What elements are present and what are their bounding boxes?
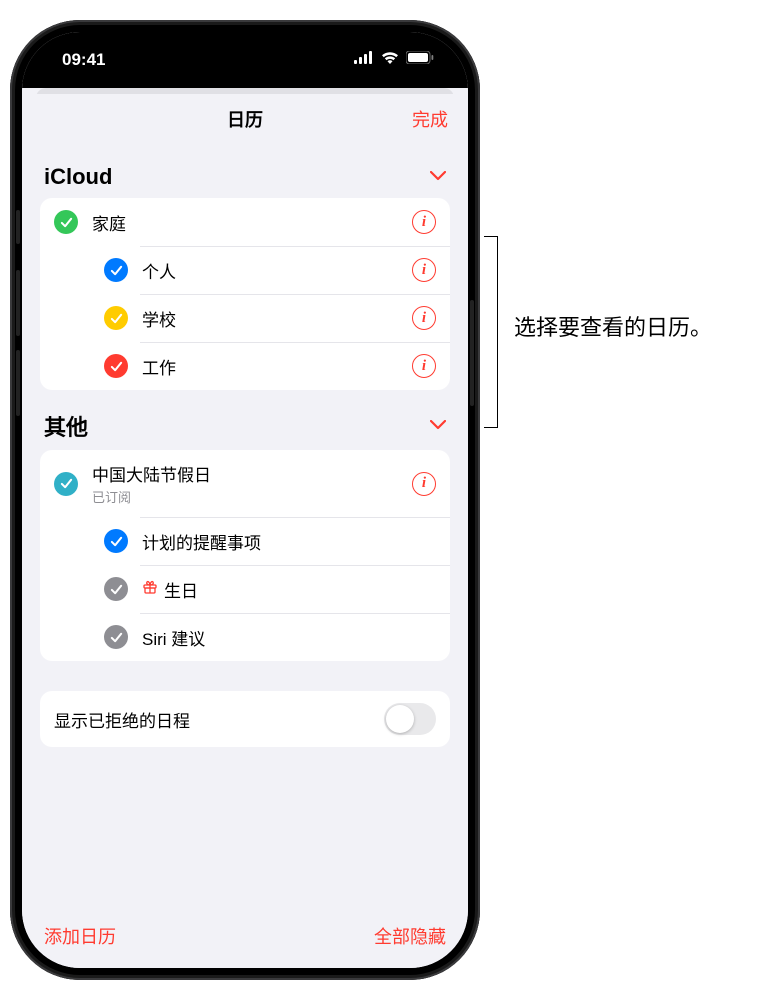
done-button[interactable]: 完成 — [412, 106, 448, 132]
hide-all-button[interactable]: 全部隐藏 — [374, 923, 446, 949]
calendar-row[interactable]: Siri 建议 — [90, 613, 450, 661]
calendar-label: 计划的提醒事项 — [142, 529, 436, 554]
calendar-row[interactable]: 工作 i — [90, 342, 450, 390]
calendar-label: 家庭 — [92, 210, 398, 235]
calendar-row[interactable]: 学校 i — [90, 294, 450, 342]
checkmark-icon[interactable] — [104, 354, 128, 378]
checkmark-icon[interactable] — [104, 258, 128, 282]
calendar-row[interactable]: 生日 — [90, 565, 450, 613]
status-time: 09:41 — [62, 50, 105, 70]
dynamic-island — [180, 48, 310, 86]
checkmark-icon[interactable] — [54, 210, 78, 234]
info-icon[interactable]: i — [412, 472, 436, 496]
calendar-label: 个人 — [142, 258, 398, 283]
calendar-label: 中国大陆节假日 — [92, 461, 398, 486]
gift-icon — [142, 579, 158, 600]
wifi-icon — [381, 51, 399, 69]
info-icon[interactable]: i — [412, 258, 436, 282]
calendar-sublabel: 已订阅 — [92, 487, 398, 506]
power-button — [470, 300, 474, 406]
calendar-label: 生日 — [142, 577, 436, 602]
calendar-row[interactable]: 计划的提醒事项 — [90, 517, 450, 565]
volume-down-button — [16, 350, 20, 416]
show-declined-row: 显示已拒绝的日程 — [40, 691, 450, 747]
info-icon[interactable]: i — [412, 354, 436, 378]
bottom-toolbar: 添加日历 全部隐藏 — [22, 912, 468, 968]
side-button — [16, 210, 20, 244]
calendar-row[interactable]: 个人 i — [90, 246, 450, 294]
nav-bar: 日历 完成 — [22, 94, 468, 144]
section-title: iCloud — [44, 164, 112, 190]
chevron-down-icon — [430, 417, 446, 435]
calendar-label: 学校 — [142, 306, 398, 331]
section-title: 其他 — [44, 410, 88, 442]
checkmark-icon[interactable] — [104, 529, 128, 553]
other-calendar-list: 中国大陆节假日 已订阅 i 计划的提醒事项 — [40, 450, 450, 661]
checkmark-icon[interactable] — [104, 306, 128, 330]
cellular-icon — [354, 51, 374, 69]
calendar-label: Siri 建议 — [142, 625, 436, 650]
checkmark-icon[interactable] — [104, 577, 128, 601]
content-scroll[interactable]: iCloud 家庭 i — [22, 144, 468, 912]
section-header-other[interactable]: 其他 — [40, 390, 450, 450]
icloud-calendar-list: 家庭 i 个人 i — [40, 198, 450, 390]
add-calendar-button[interactable]: 添加日历 — [44, 923, 116, 949]
switch-knob — [386, 705, 414, 733]
info-icon[interactable]: i — [412, 306, 436, 330]
calendar-label: 工作 — [142, 354, 398, 379]
checkmark-icon[interactable] — [104, 625, 128, 649]
annotation-text: 选择要查看的日历。 — [514, 310, 712, 342]
volume-up-button — [16, 270, 20, 336]
battery-icon — [406, 51, 434, 69]
chevron-down-icon — [430, 168, 446, 186]
annotation-bracket — [484, 236, 498, 428]
calendars-sheet: 日历 完成 iCloud — [22, 94, 468, 968]
show-declined-label: 显示已拒绝的日程 — [54, 707, 190, 732]
calendar-row[interactable]: 中国大陆节假日 已订阅 i — [40, 450, 450, 517]
iphone-frame: 09:41 日历 完成 — [10, 20, 480, 980]
calendar-row[interactable]: 家庭 i — [40, 198, 450, 246]
section-header-icloud[interactable]: iCloud — [40, 144, 450, 198]
info-icon[interactable]: i — [412, 210, 436, 234]
show-declined-switch[interactable] — [384, 703, 436, 735]
checkmark-icon[interactable] — [54, 472, 78, 496]
page-title: 日历 — [227, 106, 263, 132]
